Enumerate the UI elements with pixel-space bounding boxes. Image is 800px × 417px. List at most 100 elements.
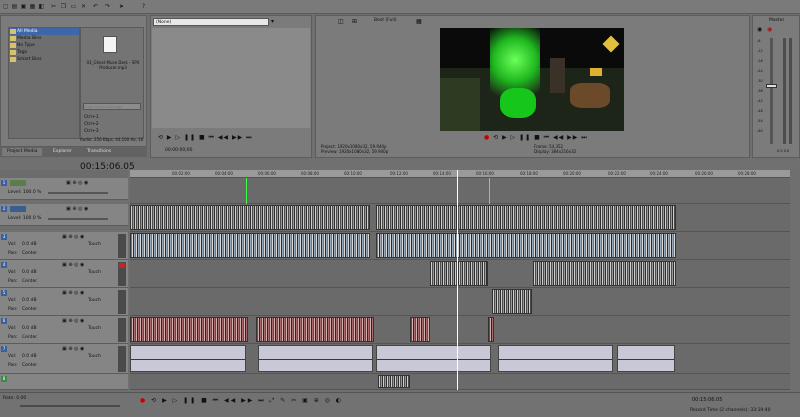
chevron-down-icon[interactable]: ▾ xyxy=(271,18,274,25)
track-controls-icon[interactable]: ▣ ⊕ ◎ ◉ xyxy=(62,318,84,324)
save-icon[interactable]: ▣ xyxy=(20,3,27,10)
event-clip[interactable] xyxy=(488,317,494,342)
audio-track-header[interactable]: 3 ▣ ⊕ ◎ ◉ Vol: 0.0 dB Touch Pan: Center xyxy=(0,232,128,260)
event-clip[interactable] xyxy=(130,233,370,258)
audio-track-lane[interactable] xyxy=(130,316,790,344)
tree-item[interactable]: No Type xyxy=(9,42,79,49)
audio-track-lane[interactable] xyxy=(130,232,790,260)
help-icon[interactable]: ? xyxy=(140,3,147,10)
folder-icon xyxy=(10,43,16,48)
event-clip[interactable] xyxy=(430,261,488,286)
tab-project-media[interactable]: Project Media xyxy=(2,148,43,156)
playhead-cursor[interactable] xyxy=(457,170,458,390)
track-lane[interactable] xyxy=(130,374,790,390)
master-fx-icon[interactable]: ◉ xyxy=(767,26,772,33)
preview-fx-icon[interactable]: ◫ xyxy=(338,18,344,25)
video-track-lane[interactable] xyxy=(130,204,790,232)
audio-event[interactable] xyxy=(376,345,491,372)
cut-icon[interactable]: ✂ xyxy=(50,3,57,10)
video-event[interactable] xyxy=(376,205,676,230)
media-file-name[interactable]: 03_Ghost Muse Dark - SPX Producer.mp3 xyxy=(83,60,143,70)
track-meter xyxy=(118,318,126,342)
marker[interactable] xyxy=(246,178,247,204)
trimmer-transport[interactable]: ⟲ ▶ ▷ ❚❚ ■ ⏮ ◀◀ ▶▶ ⏭ xyxy=(158,134,253,142)
video-track-header[interactable]: 1 ▣ ⊕ ◎ ◉ Level: 100.0 % xyxy=(0,178,128,200)
main-toolbar: ▢ ▤ ▣ ▦ ◧ ✂ ❐ ▭ ✕ ↶ ↷ ➤ ? xyxy=(0,0,800,14)
level-slider[interactable] xyxy=(48,218,108,220)
audio-track-header[interactable]: 5 ▣ ⊕ ◎ ◉ Vol: 0.0 dB Touch Pan: Center xyxy=(0,288,128,316)
master-fader-handle[interactable] xyxy=(766,84,777,88)
audio-track-header[interactable]: 4 ▣ ⊕ ◎ ◉ Vol: 0.0 dB Touch Pan: Center xyxy=(0,260,128,288)
audio-event[interactable] xyxy=(498,345,613,372)
event-clip[interactable] xyxy=(376,233,676,258)
level-slider[interactable] xyxy=(48,192,108,194)
event-clip[interactable] xyxy=(378,375,410,388)
trimmer-view xyxy=(152,28,310,128)
video-track-lane[interactable] xyxy=(130,178,790,204)
track-controls-icon[interactable]: ▣ ⊕ ◎ ◉ xyxy=(62,234,84,240)
folder-tree: All Media Media Bins No Type Tags Smart … xyxy=(8,27,80,139)
tree-item[interactable]: Smart Bins xyxy=(9,56,79,63)
track-controls-icon[interactable]: ▣ ⊕ ◎ ◉ xyxy=(66,206,88,212)
event-clip[interactable] xyxy=(130,317,248,342)
record-time: Record Time (2 channels): 33:19:40 xyxy=(690,408,771,413)
tree-item[interactable]: Tags xyxy=(9,49,79,56)
automation-mode[interactable]: Touch xyxy=(88,270,101,275)
audio-track-lane[interactable] xyxy=(130,288,790,316)
automation-mode[interactable]: Touch xyxy=(88,298,101,303)
paste-icon[interactable]: ▭ xyxy=(70,3,77,10)
automation-mode[interactable]: Touch xyxy=(88,326,101,331)
video-track-thumbnail xyxy=(10,180,26,186)
redo-icon[interactable]: ↷ xyxy=(104,3,111,10)
overlay-icon[interactable]: ▦ xyxy=(416,18,422,25)
track-controls-icon[interactable]: ▣ ⊕ ◎ ◉ xyxy=(66,180,88,186)
automation-mode[interactable]: Touch xyxy=(88,242,101,247)
tag-search-input[interactable] xyxy=(83,103,141,110)
marker[interactable] xyxy=(489,178,490,204)
master-fader-track[interactable] xyxy=(770,38,773,144)
rate-slider[interactable] xyxy=(20,405,120,407)
timeline-transport[interactable]: ● ⟲ ▶ ▷ ❚❚ ■ ⏮ ◀◀ ▶▶ ⏭ ⤢ ✎ ✂ ▣ ⊕ ◎ ◐ xyxy=(140,397,343,405)
meter-scale: -6 -12 -18 -24 -30 -36 -42 -48 -54 -60 xyxy=(757,39,763,133)
tab-transitions[interactable]: Transitions xyxy=(82,148,116,156)
timeline-ruler[interactable]: 00:02:00 00:04:00 00:06:00 00:08:00 00:1… xyxy=(130,170,790,178)
rate-label: Rate: 0.00 xyxy=(3,396,27,401)
audio-track-lane[interactable] xyxy=(130,260,790,288)
track-header[interactable]: 8 xyxy=(0,374,128,390)
audio-event[interactable] xyxy=(258,345,373,372)
audio-file-icon[interactable] xyxy=(103,36,117,53)
event-clip[interactable] xyxy=(410,317,430,342)
video-track-header[interactable]: 2 ▣ ⊕ ◎ ◉ Level: 100.0 % xyxy=(0,204,128,226)
audio-event[interactable] xyxy=(617,345,675,372)
pointer-icon[interactable]: ➤ xyxy=(118,3,125,10)
audio-track-lane[interactable] xyxy=(130,344,790,374)
tree-item[interactable]: Media Bins xyxy=(9,35,79,42)
new-project-icon[interactable]: ▢ xyxy=(2,3,9,10)
event-clip[interactable] xyxy=(256,317,374,342)
undo-icon[interactable]: ↶ xyxy=(92,3,99,10)
track-list-header xyxy=(0,170,128,178)
split-screen-icon[interactable]: ⊞ xyxy=(352,18,357,25)
video-event[interactable] xyxy=(130,205,370,230)
preview-quality[interactable]: Best (Full) xyxy=(374,18,397,23)
track-controls-icon[interactable]: ▣ ⊕ ◎ ◉ xyxy=(62,262,84,268)
event-clip[interactable] xyxy=(492,289,532,314)
tree-item[interactable]: All Media xyxy=(9,28,79,35)
audio-event[interactable] xyxy=(130,345,246,372)
render-icon[interactable]: ◧ xyxy=(38,3,45,10)
open-icon[interactable]: ▤ xyxy=(11,3,18,10)
mute-icon[interactable]: ◉ xyxy=(757,26,762,33)
track-controls-icon[interactable]: ▣ ⊕ ◎ ◉ xyxy=(62,290,84,296)
tag-shortcuts: Ctrl+1 Ctrl+2 Ctrl+3 xyxy=(84,115,99,134)
audio-track-header[interactable]: 6 ▣ ⊕ ◎ ◉ Vol: 0.0 dB Touch Pan: Center xyxy=(0,316,128,344)
tab-explorer[interactable]: Explorer xyxy=(48,148,77,156)
delete-icon[interactable]: ✕ xyxy=(80,3,87,10)
preview-transport[interactable]: ● ⟲ ▶ ▷ ❚❚ ■ ⏮ ◀◀ ▶▶ ⏭ xyxy=(484,134,588,142)
event-clip[interactable] xyxy=(533,261,676,286)
track-controls-icon[interactable]: ▣ ⊕ ◎ ◉ xyxy=(62,346,84,352)
automation-mode[interactable]: Touch xyxy=(88,354,101,359)
trimmer-dropdown[interactable]: (None) xyxy=(153,18,269,26)
audio-track-header[interactable]: 7 ▣ ⊕ ◎ ◉ Vol: 0.0 dB Touch Pan: Center xyxy=(0,344,128,374)
properties-icon[interactable]: ▦ xyxy=(29,3,36,10)
copy-icon[interactable]: ❐ xyxy=(60,3,67,10)
